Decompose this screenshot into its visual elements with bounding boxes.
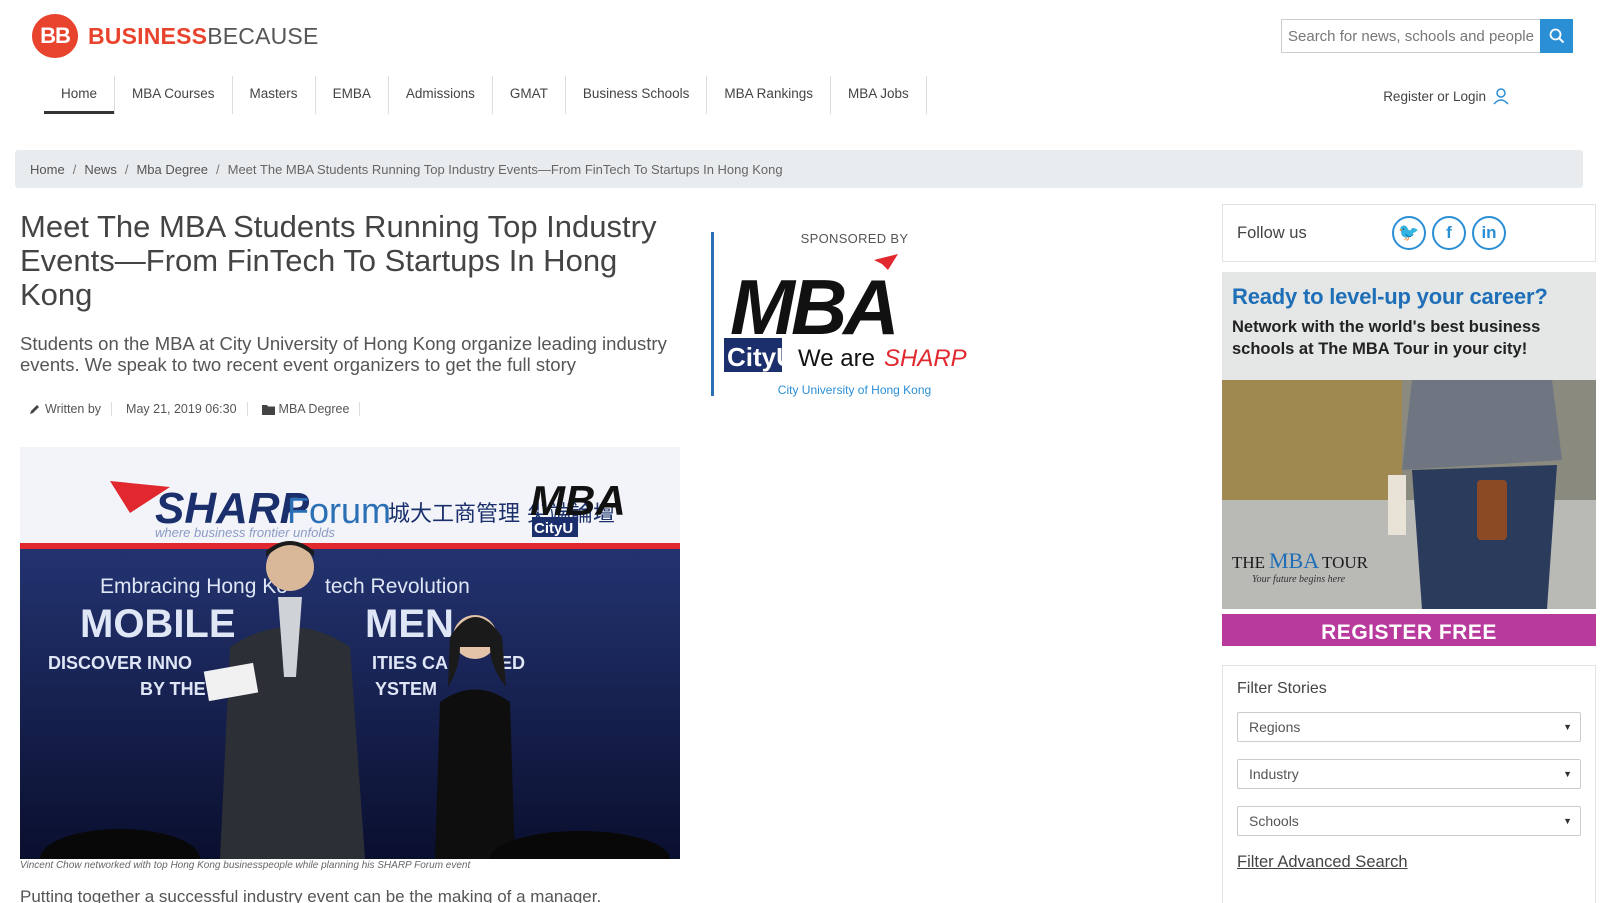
meta-date: May 21, 2019 06:30 (126, 402, 248, 416)
ad-logo-tour: TOUR (1322, 553, 1369, 572)
regions-select-value: Regions (1249, 719, 1301, 735)
ad-subline: Network with the world's best business s… (1232, 318, 1541, 358)
sponsor-logo-tagline: We are (798, 345, 875, 372)
article-photo: SHARP Forum where business frontier unfo… (20, 447, 680, 859)
logo-wordmark-business: BUSINESS (88, 22, 208, 49)
sponsor-divider (711, 232, 714, 396)
article-lead: Putting together a successful industry e… (20, 887, 602, 903)
linkedin-icon[interactable]: in (1472, 216, 1506, 250)
search-bar (1281, 19, 1573, 53)
sponsor-logo-cityu: CityU (727, 342, 795, 372)
breadcrumb-separator: / (124, 161, 129, 177)
nav-item-masters[interactable]: Masters (233, 76, 316, 114)
article-title: Meet The MBA Students Running Top Indust… (20, 209, 657, 312)
nav-item-gmat[interactable]: GMAT (493, 76, 566, 114)
photo-screen-line2: MOBILE (80, 602, 236, 646)
sponsor-logo-mba: MBA (730, 263, 896, 351)
sponsor-logo-tagline-accent: SHARP (884, 345, 967, 372)
filter-stories-box: Filter Stories Regions ▼ Industry ▼ Scho… (1222, 665, 1596, 903)
nav-item-mba-jobs[interactable]: MBA Jobs (831, 76, 927, 114)
breadcrumb-home[interactable]: Home (30, 162, 65, 177)
logo-badge: BB (32, 14, 78, 58)
photo-banner-tagline: where business frontier unfolds (155, 525, 335, 540)
mba-tour-ad[interactable]: Ready to level-up your career? Network w… (1222, 272, 1596, 646)
article-subtitle: Students on the MBA at City University o… (20, 333, 667, 375)
search-button[interactable] (1540, 19, 1573, 53)
meta-date-text: May 21, 2019 06:30 (126, 402, 237, 416)
facebook-icon[interactable]: f (1432, 216, 1466, 250)
photo-screen-line4: BY THE (140, 679, 206, 699)
photo-caption: Vincent Chow networked with top Hong Kon… (20, 860, 471, 871)
search-icon (1549, 28, 1564, 44)
pencil-icon (30, 404, 39, 414)
ad-image: THE MBA TOUR Your future begins here (1222, 380, 1596, 609)
photo-screen-line3: DISCOVER INNO (48, 653, 192, 673)
site-logo[interactable]: BB BUSINESSBECAUSE (32, 14, 319, 58)
logo-wordmark-because: BECAUSE (207, 22, 319, 49)
register-login-label: Register or Login (1383, 88, 1486, 104)
ad-headline: Ready to level-up your career? (1232, 284, 1548, 309)
photo-screen-line1: Embracing Hong Ko (100, 575, 288, 598)
nav-item-mba-rankings[interactable]: MBA Rankings (707, 76, 831, 114)
meta-category-text: MBA Degree (278, 402, 350, 416)
ad-logo-mba: MBA (1269, 548, 1319, 573)
breadcrumb-mba-degree[interactable]: Mba Degree (136, 162, 208, 177)
folder-icon (261, 404, 275, 415)
industry-select-value: Industry (1249, 766, 1299, 782)
breadcrumb-separator: / (216, 161, 220, 177)
nav-item-mba-courses[interactable]: MBA Courses (115, 76, 233, 114)
logo-wordmark: BUSINESSBECAUSE (88, 23, 319, 50)
photo-banner-cityu: CityU (534, 520, 573, 537)
breadcrumb-separator: / (72, 161, 77, 177)
nav-item-admissions[interactable]: Admissions (389, 76, 493, 114)
follow-us-box: Follow us 🐦 f in (1222, 204, 1596, 262)
photo-screen-line3b: ITIES CA (372, 653, 448, 673)
twitter-icon[interactable]: 🐦 (1392, 216, 1426, 250)
schools-select[interactable]: Schools ▼ (1237, 806, 1581, 836)
regions-select[interactable]: Regions ▼ (1237, 712, 1581, 742)
meta-written-by: Written by (45, 402, 102, 416)
register-login-link[interactable]: Register or Login (1383, 87, 1510, 105)
ad-header: Ready to level-up your career? Network w… (1222, 272, 1596, 380)
breadcrumb: Home / News / Mba Degree / Meet The MBA … (15, 150, 1583, 188)
article-meta: Written by May 21, 2019 06:30 MBA Degree (28, 402, 361, 416)
breadcrumb-current: Meet The MBA Students Running Top Indust… (227, 161, 783, 177)
sponsored-by-label: SPONSORED BY (800, 231, 909, 246)
photo-screen-line2b: MEN (365, 602, 454, 646)
chevron-down-icon: ▼ (1563, 769, 1572, 779)
industry-select[interactable]: Industry ▼ (1237, 759, 1581, 789)
sponsor-logo[interactable]: MBA CityU We are SHARP (722, 252, 992, 377)
chevron-down-icon: ▼ (1563, 816, 1572, 826)
photo-screen-line1b: tech Revolution (325, 575, 470, 598)
filter-advanced-search-link[interactable]: Filter Advanced Search (1237, 853, 1581, 872)
ad-logo-tagline: Your future begins here (1252, 574, 1346, 585)
photo-banner-mba: MBA (530, 477, 626, 524)
sponsor-caption[interactable]: City University of Hong Kong (762, 383, 947, 397)
filter-title: Filter Stories (1237, 680, 1327, 697)
ad-register-free-button[interactable]: REGISTER FREE (1222, 614, 1596, 646)
nav-item-emba[interactable]: EMBA (316, 76, 389, 114)
user-icon (1493, 88, 1509, 105)
photo-screen-line4b: YSTEM (375, 679, 437, 699)
meta-author: Written by (28, 402, 113, 416)
ad-logo-the: THE (1232, 553, 1265, 572)
main-nav: Home MBA Courses Masters EMBA Admissions… (44, 76, 927, 114)
search-input[interactable] (1281, 19, 1540, 53)
follow-us-label: Follow us (1237, 223, 1307, 242)
nav-item-business-schools[interactable]: Business Schools (566, 76, 708, 114)
nav-item-home[interactable]: Home (44, 76, 116, 114)
schools-select-value: Schools (1249, 813, 1299, 829)
meta-category[interactable]: MBA Degree (261, 402, 361, 416)
chevron-down-icon: ▼ (1563, 722, 1572, 732)
breadcrumb-news[interactable]: News (84, 162, 117, 177)
